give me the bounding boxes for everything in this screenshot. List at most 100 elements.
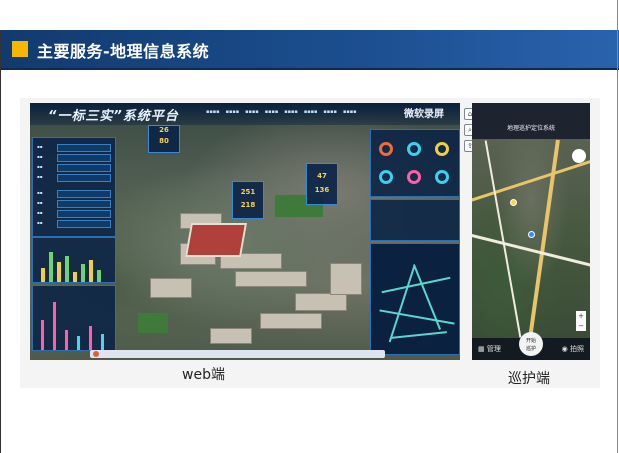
query-input[interactable] xyxy=(57,174,111,182)
chart-bar xyxy=(89,326,92,350)
query-input[interactable] xyxy=(57,220,111,228)
building xyxy=(330,263,362,295)
building xyxy=(260,313,322,329)
query-row: ▪▪ xyxy=(37,154,111,162)
chart-bar xyxy=(53,302,56,350)
query-input[interactable] xyxy=(57,210,111,218)
right-ring-stats-panel xyxy=(370,129,460,197)
query-row: ▪▪ xyxy=(37,210,111,218)
road-network-minimap[interactable] xyxy=(370,243,460,355)
photo-label: 拍照 xyxy=(570,345,584,353)
ring-gauge xyxy=(435,170,449,184)
header-rule xyxy=(0,68,619,70)
mobile-caption: 巡护端 xyxy=(508,371,550,387)
mobile-bottom-bar: ▦ 管理 开始 巡护 ◉ 拍照 xyxy=(472,332,590,360)
nav-item[interactable]: ▪▪▪▪ xyxy=(226,109,240,115)
mobile-satellite-map[interactable] xyxy=(472,139,590,339)
mobile-status-bar: 地理巡护定位系统 xyxy=(472,103,590,139)
timeline-bar[interactable] xyxy=(90,350,385,358)
chart-bar xyxy=(101,334,104,350)
query-input[interactable] xyxy=(57,164,111,172)
stat-value: 218 xyxy=(240,201,256,209)
left-border xyxy=(0,30,1,453)
ring-gauge xyxy=(379,142,393,156)
query-input[interactable] xyxy=(57,190,111,198)
chart-bar xyxy=(57,262,61,282)
stat-value: 80 xyxy=(159,137,169,145)
road-line xyxy=(379,309,455,325)
nav-item[interactable]: ▪▪▪▪ xyxy=(304,109,318,115)
query-row: ▪▪ xyxy=(37,220,111,228)
green-area xyxy=(138,313,168,333)
nav-item[interactable]: ▪▪▪▪ xyxy=(206,109,220,115)
chart-bar xyxy=(65,330,68,350)
road-line xyxy=(388,265,416,343)
stat-value: 251 xyxy=(240,188,256,196)
platform-title: “一标三实”系统平台 xyxy=(48,109,179,124)
poi-pin[interactable] xyxy=(510,199,517,206)
query-row: ▪▪ xyxy=(37,190,111,198)
stat-value: 26 xyxy=(159,126,169,134)
chart-bar xyxy=(65,256,69,282)
chart-bar xyxy=(97,270,101,282)
zoom-control[interactable]: + − xyxy=(576,311,586,331)
chart-bar xyxy=(41,268,45,282)
chart-bar xyxy=(89,260,93,282)
ring-gauge xyxy=(407,170,421,184)
ring-gauge xyxy=(407,142,421,156)
compass-icon[interactable] xyxy=(572,149,586,163)
manage-label: 管理 xyxy=(486,345,501,353)
photo-button[interactable]: ◉ 拍照 xyxy=(562,344,584,354)
main-road xyxy=(528,139,560,339)
stat-value: 136 xyxy=(314,186,330,194)
nav-item[interactable]: ▪▪▪▪ xyxy=(245,109,259,115)
title-accent-square xyxy=(12,41,28,57)
web-caption: web端 xyxy=(182,367,225,383)
stat-value: 47 xyxy=(317,172,327,180)
building xyxy=(295,293,347,311)
left-lollipop-chart-panel xyxy=(32,285,116,351)
slide-header: 主要服务-地理信息系统 xyxy=(0,30,619,70)
stat-card-middle[interactable]: 251 218 xyxy=(232,181,264,219)
mobile-screenshot: 地理巡护定位系统 + − ▦ 管理 开始 巡护 ◉ 拍照 xyxy=(472,103,590,360)
building xyxy=(150,278,192,298)
nav-item[interactable]: ▪▪▪▪ xyxy=(343,109,357,115)
nav-item[interactable]: ▪▪▪▪ xyxy=(265,109,279,115)
query-row: ▪▪ xyxy=(37,174,111,182)
chart-bar xyxy=(77,336,80,350)
stat-card-right[interactable]: 47 136 xyxy=(306,163,338,205)
query-row: ▪▪ xyxy=(37,164,111,172)
slide-title: 主要服务-地理信息系统 xyxy=(37,42,210,61)
road-line xyxy=(381,276,451,294)
location-pin[interactable] xyxy=(528,231,535,238)
query-input[interactable] xyxy=(57,144,111,152)
query-row: ▪▪ xyxy=(37,200,111,208)
query-input[interactable] xyxy=(57,154,111,162)
right-summary-panel xyxy=(370,199,460,241)
query-row: ▪▪ xyxy=(37,144,111,152)
query-input[interactable] xyxy=(57,200,111,208)
nav-item[interactable]: ▪▪▪▪ xyxy=(284,109,298,115)
manage-button[interactable]: ▦ 管理 xyxy=(478,344,501,354)
timeline-marker[interactable] xyxy=(93,351,99,357)
slide: 主要服务-地理信息系统 “一标三实”系统平台 ▪▪▪▪ ▪▪▪▪ ▪▪▪▪ ▪▪… xyxy=(0,0,619,453)
ring-gauge xyxy=(379,170,393,184)
building xyxy=(235,271,307,287)
start-patrol-button[interactable]: 开始 巡护 xyxy=(519,332,543,356)
stat-card-top[interactable]: 26 80 xyxy=(148,125,180,153)
web-nav-menu: ▪▪▪▪ ▪▪▪▪ ▪▪▪▪ ▪▪▪▪ ▪▪▪▪ ▪▪▪▪ ▪▪▪▪ ▪▪▪▪ xyxy=(206,109,357,115)
chart-bar xyxy=(41,320,44,350)
chart-bar xyxy=(49,252,53,282)
web-screenshot: “一标三实”系统平台 ▪▪▪▪ ▪▪▪▪ ▪▪▪▪ ▪▪▪▪ ▪▪▪▪ ▪▪▪▪… xyxy=(30,103,460,360)
chart-bar xyxy=(81,264,85,282)
building xyxy=(210,328,252,344)
chart-bar xyxy=(73,272,77,282)
ring-gauge xyxy=(435,142,449,156)
web-top-bar: “一标三实”系统平台 ▪▪▪▪ ▪▪▪▪ ▪▪▪▪ ▪▪▪▪ ▪▪▪▪ ▪▪▪▪… xyxy=(30,103,460,125)
right-border xyxy=(617,0,618,453)
left-bar-chart-panel xyxy=(32,237,116,283)
road-line xyxy=(391,331,447,339)
mobile-app-title: 地理巡护定位系统 xyxy=(506,125,555,132)
nav-item[interactable]: ▪▪▪▪ xyxy=(323,109,337,115)
recording-watermark: 微软录屏 xyxy=(404,109,444,120)
